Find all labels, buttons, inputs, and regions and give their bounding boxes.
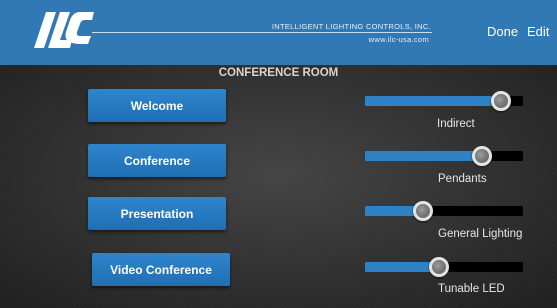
company-url[interactable]: www.ilc-usa.com <box>369 35 429 44</box>
slider-general-lighting[interactable] <box>365 201 523 221</box>
slider-label-pendants: Pendants <box>438 173 487 185</box>
scene-button-welcome[interactable]: Welcome <box>88 89 226 122</box>
slider-fill <box>365 151 482 161</box>
slider-label-indirect: Indirect <box>437 118 475 130</box>
scene-button-conference[interactable]: Conference <box>88 144 226 177</box>
ilc-logo-icon <box>34 12 94 48</box>
slider-label-general-lighting: General Lighting <box>438 228 523 240</box>
slider-label-tunable-led: Tunable LED <box>438 283 505 295</box>
scene-button-video-conference[interactable]: Video Conference <box>92 253 230 286</box>
scene-button-presentation[interactable]: Presentation <box>88 197 226 230</box>
edit-button[interactable]: Edit <box>527 24 549 39</box>
done-button[interactable]: Done <box>487 24 518 39</box>
company-name: INTELLIGENT LIGHTING CONTROLS, INC. <box>271 22 431 31</box>
slider-fill <box>365 262 440 272</box>
header-divider <box>92 32 432 33</box>
slider-thumb[interactable] <box>471 146 492 166</box>
ilc-logo <box>30 10 96 50</box>
slider-thumb[interactable] <box>490 91 511 111</box>
slider-fill <box>365 96 501 106</box>
slider-indirect[interactable] <box>365 91 523 111</box>
room-title: CONFERENCE ROOM <box>218 67 339 79</box>
header-bar: INTELLIGENT LIGHTING CONTROLS, INC. www.… <box>0 0 557 65</box>
slider-pendants[interactable] <box>365 146 523 166</box>
slider-tunable-led[interactable] <box>365 257 523 277</box>
